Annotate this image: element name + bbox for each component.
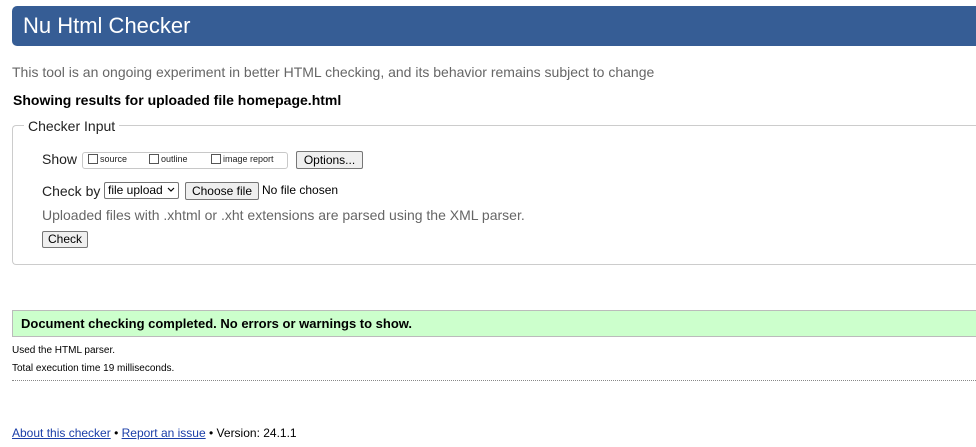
options-button[interactable]: Options... xyxy=(296,151,363,169)
check-by-label: Check by xyxy=(42,183,101,199)
show-options-group: source outline image report xyxy=(82,152,288,169)
version-text: Version: 24.1.1 xyxy=(216,426,297,440)
image-report-checkbox-box[interactable] xyxy=(211,154,221,164)
page-header: Nu Html Checker xyxy=(12,6,976,46)
about-checker-link[interactable]: About this checker xyxy=(12,426,111,440)
report-issue-link[interactable]: Report an issue xyxy=(122,426,206,440)
check-button[interactable]: Check xyxy=(42,231,88,248)
show-image-report-checkbox[interactable]: image report xyxy=(211,154,274,164)
divider xyxy=(12,380,976,381)
show-outline-checkbox[interactable]: outline xyxy=(149,154,188,164)
parser-info: Used the HTML parser. xyxy=(12,345,116,356)
page-title: Nu Html Checker xyxy=(23,13,191,38)
footer: About this checker • Report an issue • V… xyxy=(12,426,297,440)
no-file-chosen-text: No file chosen xyxy=(262,183,339,197)
show-source-checkbox[interactable]: source xyxy=(88,154,127,164)
results-heading: Showing results for uploaded file homepa… xyxy=(13,92,342,108)
image-report-checkbox-label: image report xyxy=(223,154,274,164)
source-checkbox-box[interactable] xyxy=(88,154,98,164)
chevron-down-icon xyxy=(167,183,175,198)
footer-separator: • xyxy=(114,426,119,440)
execution-time: Total execution time 19 milliseconds. xyxy=(12,363,175,374)
intro-text: This tool is an ongoing experiment in be… xyxy=(12,64,655,80)
success-message: Document checking completed. No errors o… xyxy=(12,310,976,337)
show-label: Show xyxy=(42,151,78,167)
check-by-select[interactable]: file upload xyxy=(104,182,179,199)
choose-file-button[interactable]: Choose file xyxy=(185,182,259,200)
checker-input-legend: Checker Input xyxy=(24,118,120,134)
outline-checkbox-label: outline xyxy=(161,154,188,164)
check-by-selected-value: file upload xyxy=(108,183,163,197)
outline-checkbox-box[interactable] xyxy=(149,154,159,164)
footer-separator: • xyxy=(209,426,214,440)
source-checkbox-label: source xyxy=(100,154,128,164)
xml-parser-hint: Uploaded files with .xhtml or .xht exten… xyxy=(42,207,525,223)
